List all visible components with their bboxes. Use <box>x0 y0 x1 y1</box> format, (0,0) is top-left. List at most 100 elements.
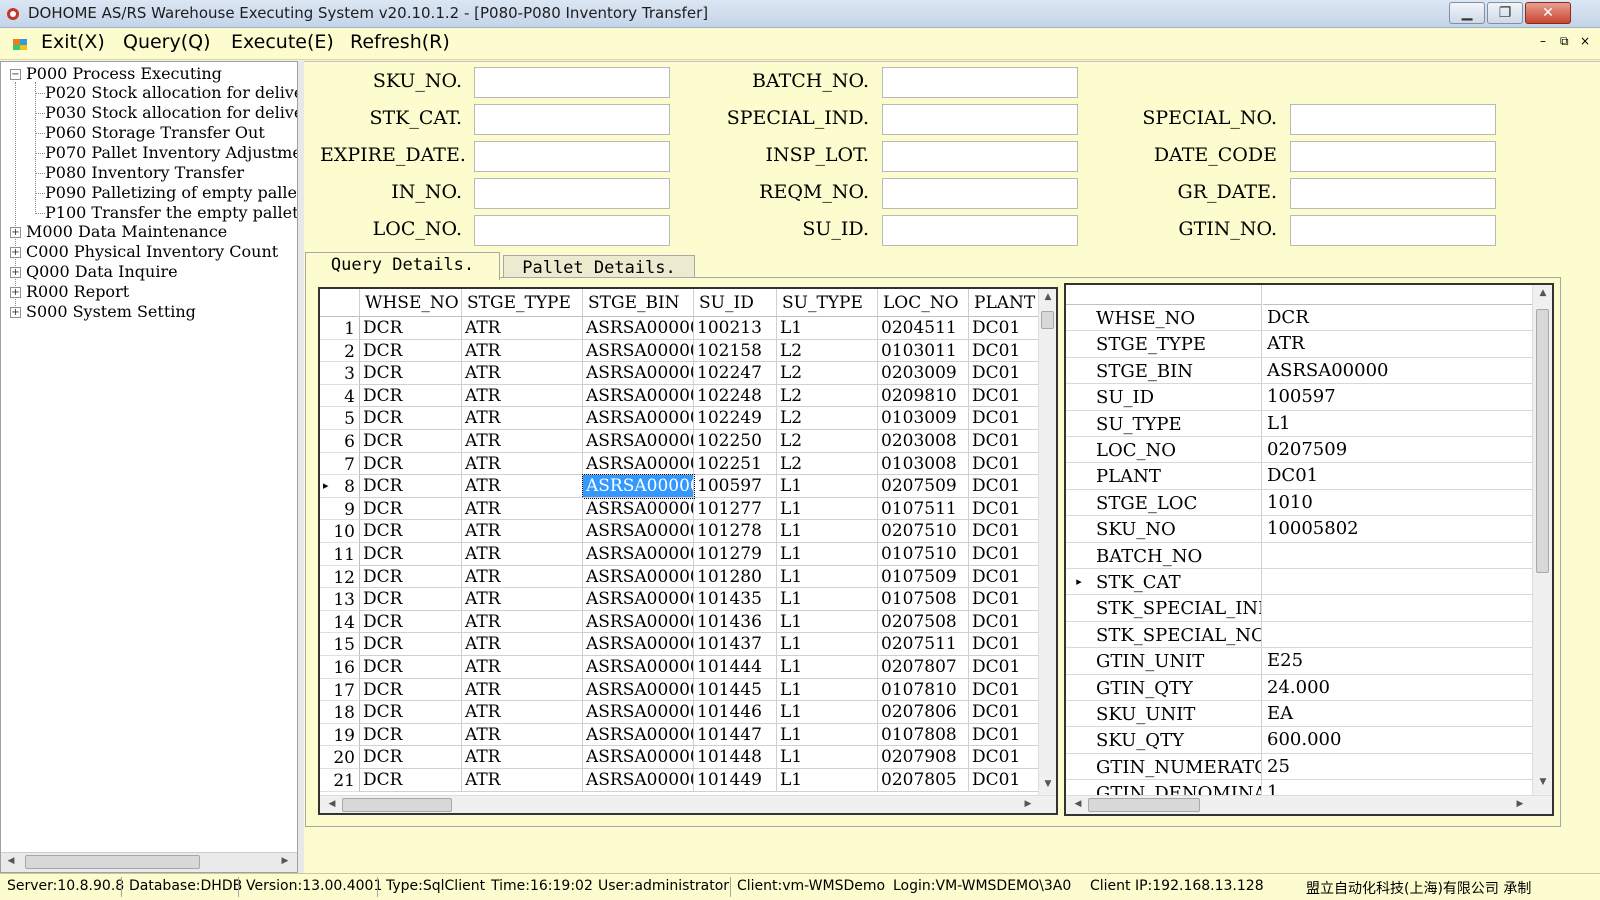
grid-cell[interactable]: ASRSA00000 <box>583 497 694 521</box>
grid-cell[interactable]: DCR <box>360 588 462 611</box>
grid-cell[interactable]: 102251 <box>694 452 777 476</box>
grid-cell[interactable]: 102247 <box>694 362 777 385</box>
grid-cell[interactable]: L1 <box>777 701 878 724</box>
grid-cell[interactable]: DC01 <box>969 497 1039 521</box>
grid-cell[interactable]: 102248 <box>694 384 777 408</box>
grid-cell[interactable]: L2 <box>777 452 878 476</box>
grid-horizontal-scrollbar[interactable]: ◀ ▶ <box>320 795 1056 813</box>
grid-cell[interactable]: ASRSA00000 <box>583 384 694 408</box>
su-id-input[interactable] <box>882 215 1078 246</box>
scrollbar-thumb[interactable] <box>1536 309 1549 573</box>
reqm-no-input[interactable] <box>882 178 1078 209</box>
row-number[interactable]: 7 <box>320 452 360 476</box>
grid-cell[interactable]: DCR <box>360 565 462 589</box>
column-header-loc-no[interactable]: LOC_NO <box>878 289 969 317</box>
grid-cell[interactable]: ASRSA00000 <box>583 407 694 430</box>
property-value[interactable]: 1010 <box>1263 490 1532 515</box>
row-number[interactable]: 1 <box>320 317 360 340</box>
in-no-input[interactable] <box>474 178 670 209</box>
batch-no-input[interactable] <box>882 67 1078 98</box>
row-number[interactable]: 18 <box>320 701 360 724</box>
menu-exit[interactable]: Exit(X) <box>41 31 105 53</box>
column-header-stge-type[interactable]: STGE_TYPE <box>462 289 583 317</box>
grid-cell[interactable]: 102249 <box>694 407 777 430</box>
grid-cell[interactable]: DC01 <box>969 384 1039 408</box>
grid-cell[interactable]: ASRSA00000 <box>583 339 694 363</box>
expand-icon[interactable]: + <box>10 247 21 258</box>
grid-cell[interactable]: DCR <box>360 362 462 385</box>
grid-cell[interactable]: 102158 <box>694 339 777 363</box>
grid-cell[interactable]: 0107510 <box>878 543 969 566</box>
grid-cell[interactable]: DCR <box>360 656 462 679</box>
row-number[interactable]: 21 <box>320 769 360 792</box>
grid-cell[interactable]: DCR <box>360 339 462 363</box>
grid-cell[interactable]: DCR <box>360 384 462 408</box>
sku-no-input[interactable] <box>474 67 670 98</box>
grid-cell[interactable]: L1 <box>777 497 878 521</box>
scroll-right-icon[interactable]: ▶ <box>1512 799 1528 809</box>
scrollbar-thumb[interactable] <box>1041 311 1054 329</box>
grid-cell[interactable]: DC01 <box>969 317 1039 340</box>
grid-cell[interactable]: DC01 <box>969 520 1039 543</box>
column-header-su-id[interactable]: SU_ID <box>694 289 777 317</box>
grid-cell[interactable]: ATR <box>462 588 583 611</box>
grid-cell[interactable]: L1 <box>777 520 878 543</box>
grid-cell[interactable]: DCR <box>360 610 462 634</box>
property-value[interactable] <box>1263 543 1532 568</box>
grid-cell[interactable]: 101437 <box>694 633 777 656</box>
grid-cell[interactable]: DC01 <box>969 362 1039 385</box>
grid-cell[interactable]: DCR <box>360 701 462 724</box>
grid-cell[interactable]: DCR <box>360 769 462 792</box>
grid-cell[interactable]: L2 <box>777 384 878 408</box>
row-number[interactable]: 12 <box>320 565 360 589</box>
grid-cell[interactable]: L1 <box>777 633 878 656</box>
grid-cell[interactable]: DCR <box>360 633 462 656</box>
property-row[interactable]: STGE_BIN ASRSA00000 <box>1066 357 1532 385</box>
property-row[interactable]: STK_SPECIAL_IND <box>1066 595 1532 622</box>
grid-cell[interactable]: ATR <box>462 339 583 363</box>
grid-cell[interactable]: 102250 <box>694 430 777 453</box>
grid-cell[interactable]: ATR <box>462 362 583 385</box>
grid-cell[interactable]: DC01 <box>969 543 1039 566</box>
scrollbar-thumb[interactable] <box>25 855 200 869</box>
grid-cell[interactable]: ASRSA00000 <box>583 633 694 656</box>
property-horizontal-scrollbar[interactable]: ◀ ▶ <box>1066 795 1552 814</box>
grid-cell[interactable]: ASRSA00000 <box>583 452 694 476</box>
grid-cell[interactable]: L1 <box>777 746 878 769</box>
tree-node-p000[interactable]: P000 Process Executing <box>26 64 222 84</box>
property-value[interactable]: 10005802 <box>1263 516 1532 541</box>
property-value[interactable]: L1 <box>1263 411 1532 436</box>
grid-cell[interactable]: 0103008 <box>878 452 969 476</box>
scrollbar-thumb[interactable] <box>1088 798 1200 812</box>
grid-cell[interactable]: DC01 <box>969 430 1039 453</box>
grid-cell[interactable]: ATR <box>462 475 583 498</box>
grid-cell[interactable]: ATR <box>462 430 583 453</box>
row-number[interactable]: 3 <box>320 362 360 385</box>
property-value[interactable]: 100597 <box>1263 384 1532 409</box>
grid-cell[interactable]: DCR <box>360 497 462 521</box>
grid-cell[interactable]: DC01 <box>969 656 1039 679</box>
grid-cell[interactable]: L2 <box>777 430 878 453</box>
expand-icon[interactable]: + <box>10 287 21 298</box>
grid-cell[interactable]: 101444 <box>694 656 777 679</box>
expand-icon[interactable]: + <box>10 307 21 318</box>
grid-cell[interactable]: L1 <box>777 475 878 498</box>
grid-cell[interactable]: 0207908 <box>878 746 969 769</box>
row-number[interactable]: 17 <box>320 678 360 702</box>
menu-execute[interactable]: Execute(E) <box>231 31 334 53</box>
property-row[interactable]: SKU_NO 10005802 <box>1066 516 1532 543</box>
property-row[interactable]: GTIN_NUMERATOR25 <box>1066 753 1532 781</box>
grid-cell[interactable]: L1 <box>777 769 878 792</box>
tree-node-s000[interactable]: S000 System Setting <box>26 302 196 322</box>
column-header-whse-no[interactable]: WHSE_NO <box>360 289 462 317</box>
grid-cell[interactable]: ASRSA00000 <box>583 656 694 679</box>
insp-lot-input[interactable] <box>882 141 1078 172</box>
property-value[interactable]: ASRSA00000 <box>1263 358 1532 383</box>
column-header-plant[interactable]: PLANT <box>969 289 1039 317</box>
property-row[interactable]: ▸ STK_CAT <box>1066 569 1532 596</box>
grid-cell[interactable]: 0103009 <box>878 407 969 430</box>
grid-cell[interactable]: 101280 <box>694 565 777 589</box>
column-header-stge-bin[interactable]: STGE_BIN <box>583 289 694 317</box>
row-number[interactable]: 20 <box>320 746 360 769</box>
row-number[interactable]: 14 <box>320 610 360 634</box>
